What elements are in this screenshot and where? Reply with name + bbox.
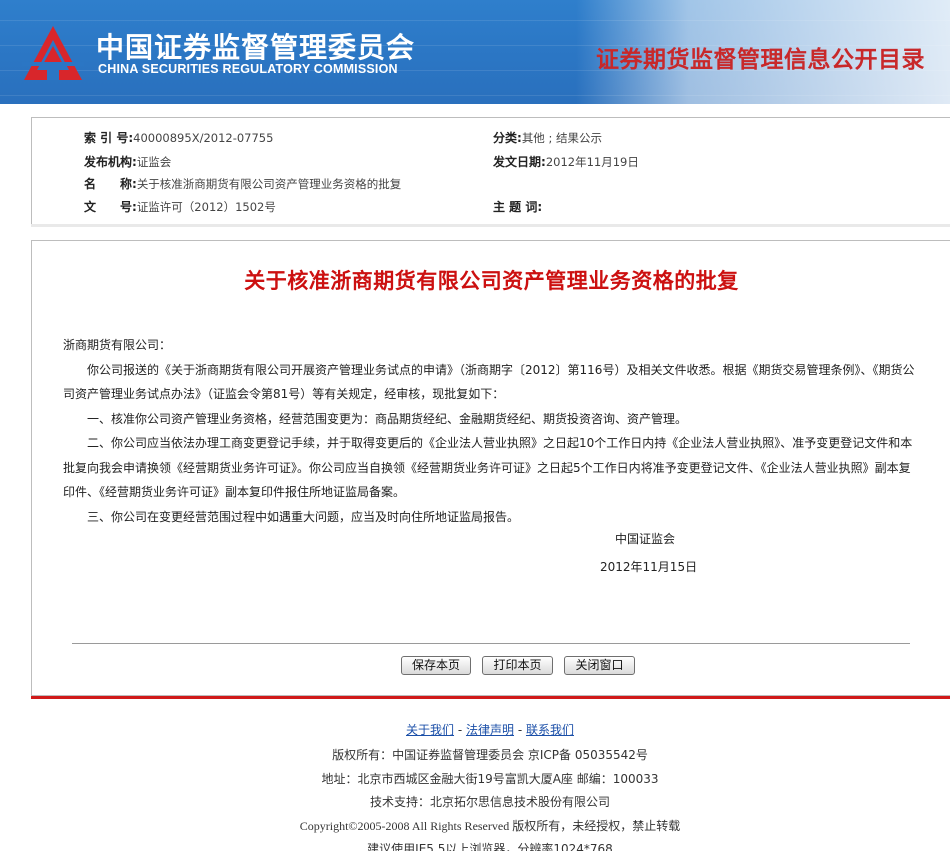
document-paragraph: 一、核准你公司资产管理业务资格，经营范围变更为：商品期货经纪、金融期货经纪、期货… bbox=[87, 411, 688, 426]
footer-red-divider bbox=[31, 696, 950, 699]
meta-index-label: 索 引 号: bbox=[84, 131, 134, 145]
legal-notice-link[interactable]: 法律声明 bbox=[466, 723, 514, 737]
meta-index: 索 引 号:40000895X/2012-07755 bbox=[84, 129, 273, 146]
csrc-logo-icon bbox=[22, 26, 84, 80]
footer-browser-note: 建议使用IE5.5以上浏览器，分辨率1024*768 bbox=[367, 842, 613, 851]
footer-tech-support: 技术支持：北京拓尔思信息技术股份有限公司 bbox=[369, 795, 610, 809]
document-title: 关于核准浙商期货有限公司资产管理业务资格的批复 bbox=[244, 269, 739, 293]
meta-category: 分类:其他 ; 结果公示 bbox=[493, 129, 602, 146]
meta-date: 发文日期:2012年11月19日 bbox=[493, 153, 639, 170]
meta-keyword-label: 主 题 词: bbox=[493, 200, 543, 214]
meta-index-value: 40000895X/2012-07755 bbox=[133, 131, 274, 145]
document-paragraph: 二、你公司应当依法办理工商变更登记手续，并于取得变更后的《企业法人营业执照》之日… bbox=[63, 436, 913, 499]
document-addressee: 浙商期货有限公司： bbox=[63, 338, 172, 352]
meta-issuer: 发布机构:证监会 bbox=[84, 153, 171, 170]
meta-category-label: 分类: bbox=[493, 131, 522, 145]
catalog-title: 证券期货监督管理信息公开目录 bbox=[596, 47, 925, 73]
meta-name: 名 称:关于核准浙商期货有限公司资产管理业务资格的批复 bbox=[84, 175, 401, 192]
meta-keyword: 主 题 词: bbox=[493, 198, 542, 215]
print-page-button[interactable]: 打印本页 bbox=[482, 656, 553, 675]
meta-date-value: 2012年11月19日 bbox=[545, 155, 639, 169]
meta-name-value: 关于核准浙商期货有限公司资产管理业务资格的批复 bbox=[136, 177, 402, 191]
document-paragraph: 你公司报送的《关于浙商期货有限公司开展资产管理业务试点的申请》（浙商期字〔201… bbox=[63, 362, 915, 402]
footer-copyright: Copyright©2005-2008 All Rights Reserved … bbox=[299, 819, 681, 833]
meta-name-label: 名 称: bbox=[84, 177, 137, 191]
meta-date-label: 发文日期: bbox=[493, 155, 546, 169]
document-metadata-box: 索 引 号:40000895X/2012-07755 分类:其他 ; 结果公示 … bbox=[31, 117, 950, 227]
site-header: 中国证券监督管理委员会 CHINA SECURITIES REGULATORY … bbox=[0, 0, 950, 104]
document-signer: 中国证监会 bbox=[615, 532, 676, 546]
meta-issuer-value: 证监会 bbox=[136, 155, 172, 169]
document-sign-date: 2012年11月15日 bbox=[600, 560, 698, 574]
footer-copyright-owner: 版权所有：中国证券监督管理委员会 京ICP备 05035542号 bbox=[332, 748, 648, 762]
close-window-button[interactable]: 关闭窗口 bbox=[564, 656, 635, 675]
footer-link-separator: - bbox=[454, 723, 466, 737]
document-content-box: 关于核准浙商期货有限公司资产管理业务资格的批复 浙商期货有限公司： 你公司报送的… bbox=[31, 240, 950, 696]
meta-category-value: 其他 ; 结果公示 bbox=[521, 131, 602, 145]
site-title-cn: 中国证券监督管理委员会 bbox=[96, 31, 416, 64]
about-us-link[interactable]: 关于我们 bbox=[406, 723, 454, 737]
site-title-en: CHINA SECURITIES REGULATORY COMMISSION bbox=[98, 62, 398, 76]
meta-docno-value: 证监许可（2012）1502号 bbox=[136, 200, 276, 214]
meta-docno: 文 号:证监许可（2012）1502号 bbox=[84, 198, 276, 215]
document-paragraph: 三、你公司在变更经营范围过程中如遇重大问题，应当及时向住所地证监局报告。 bbox=[87, 509, 520, 524]
contact-us-link[interactable]: 联系我们 bbox=[526, 723, 574, 737]
meta-issuer-label: 发布机构: bbox=[84, 155, 137, 169]
save-page-button[interactable]: 保存本页 bbox=[401, 656, 471, 675]
footer-address: 地址：北京市西城区金融大街19号富凯大厦A座 邮编：100033 bbox=[321, 772, 659, 786]
meta-docno-label: 文 号: bbox=[84, 200, 137, 214]
footer-links: 关于我们 - 法律声明 - 联系我们 bbox=[0, 721, 950, 738]
document-body: 浙商期货有限公司： 你公司报送的《关于浙商期货有限公司开展资产管理业务试点的申请… bbox=[63, 333, 915, 529]
footer-link-separator: - bbox=[514, 723, 526, 737]
content-divider bbox=[72, 643, 910, 644]
